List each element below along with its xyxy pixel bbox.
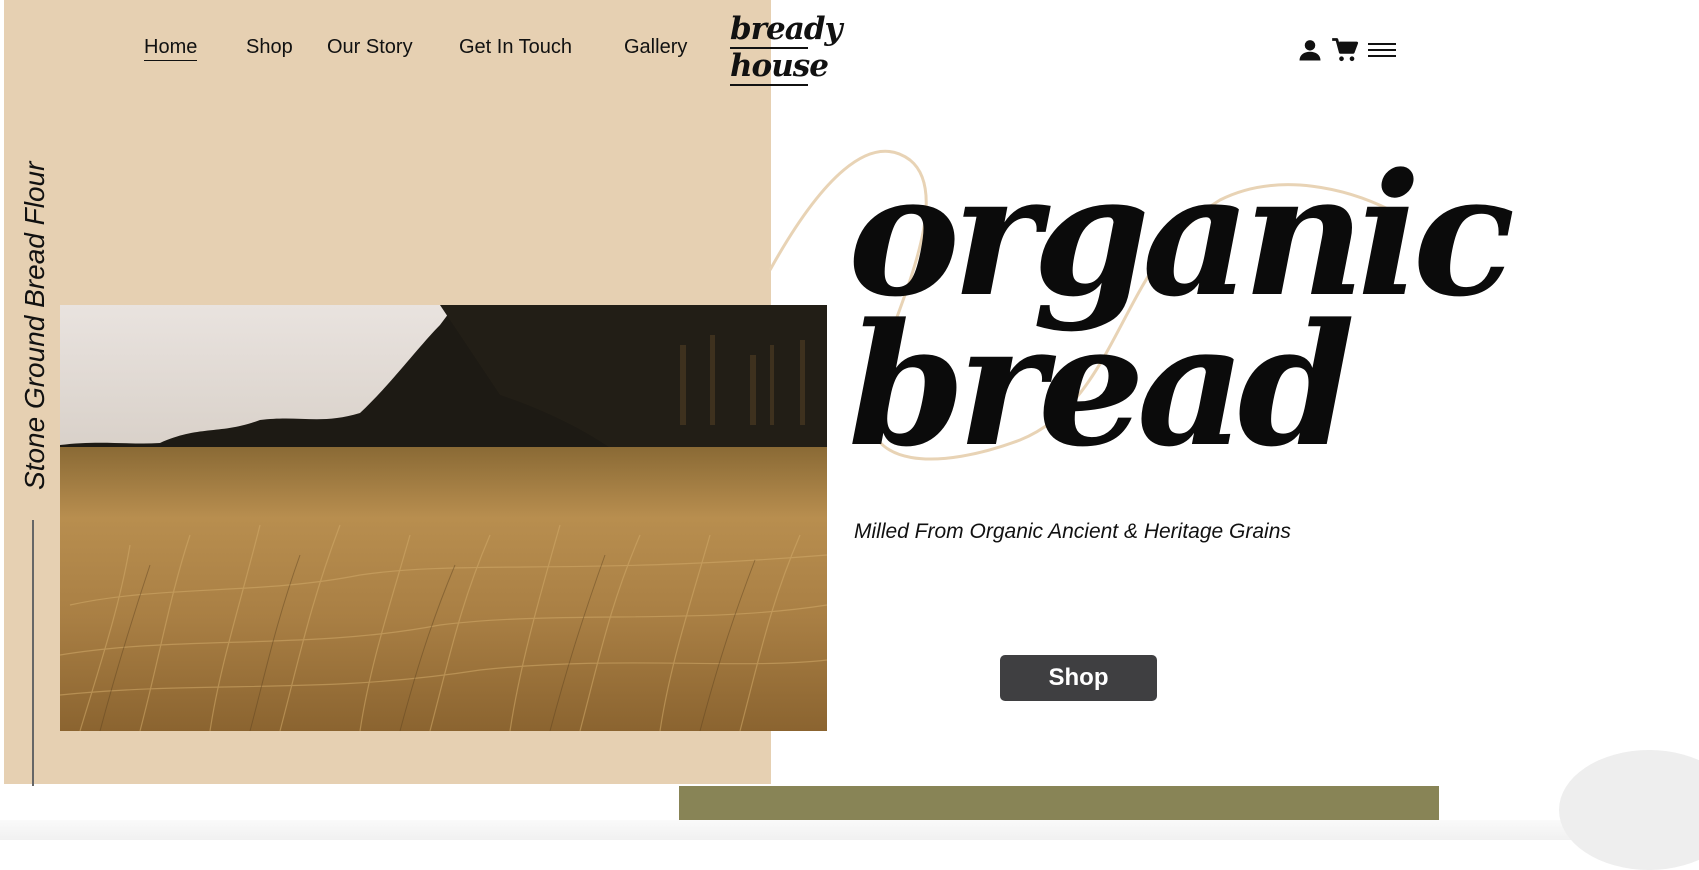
logo-line-2: house xyxy=(730,48,829,86)
cart-icon[interactable] xyxy=(1331,36,1359,64)
site-logo[interactable]: bready house xyxy=(730,11,843,86)
nav-home[interactable]: Home xyxy=(144,36,198,61)
nav-gallery[interactable]: Gallery xyxy=(624,36,687,59)
vertical-divider xyxy=(32,520,34,786)
nav-our-story[interactable]: Our Story xyxy=(327,36,413,59)
hero-headline: organic bread xyxy=(848,151,1515,469)
nav-shop[interactable]: Shop xyxy=(246,36,293,59)
bottom-fade xyxy=(0,820,1699,840)
hero-tagline: Milled From Organic Ancient & Heritage G… xyxy=(854,520,1291,543)
user-icon[interactable] xyxy=(1296,36,1324,64)
menu-icon[interactable] xyxy=(1368,36,1396,64)
nav-get-in-touch[interactable]: Get In Touch xyxy=(459,36,572,59)
corner-curve xyxy=(1559,750,1699,870)
vertical-tagline: Stone Ground Bread Flour xyxy=(19,161,50,490)
wheat-field-image xyxy=(60,305,827,731)
logo-line-1: bready xyxy=(730,11,843,49)
shop-button[interactable]: Shop xyxy=(1000,655,1157,701)
